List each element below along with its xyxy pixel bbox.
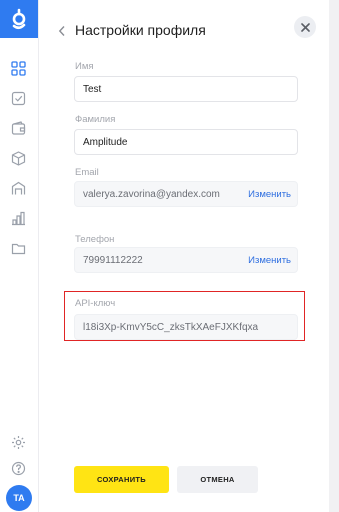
- email-label: Email: [75, 167, 99, 178]
- avatar[interactable]: TA: [6, 485, 32, 511]
- wallet-icon[interactable]: [11, 121, 26, 136]
- phone-label: Телефон: [75, 234, 115, 245]
- api-key-label: API-ключ: [75, 298, 116, 309]
- email-field: valerya.zavorina@yandex.com Изменить: [74, 181, 298, 207]
- first-name-field[interactable]: Test: [74, 76, 298, 102]
- phone-field: 79991112222 Изменить: [74, 247, 298, 273]
- checkbox-icon[interactable]: [11, 91, 26, 106]
- folder-icon[interactable]: [11, 241, 26, 256]
- api-key-field[interactable]: l18i3Xp-KmvY5cC_zksTkXAeFJXKfqxa: [74, 314, 298, 340]
- last-name-value: Amplitude: [83, 136, 128, 148]
- cancel-button[interactable]: ОТМЕНА: [177, 466, 258, 493]
- api-key-value: l18i3Xp-KmvY5cC_zksTkXAeFJXKfqxa: [83, 321, 259, 333]
- first-name-value: Test: [83, 83, 102, 95]
- page-title: Настройки профиля: [75, 22, 206, 38]
- change-phone-link[interactable]: Изменить: [248, 248, 291, 272]
- email-value: valerya.zavorina@yandex.com: [83, 188, 220, 200]
- chart-icon[interactable]: [11, 211, 26, 226]
- warehouse-icon[interactable]: [11, 181, 26, 196]
- grid-icon[interactable]: [11, 61, 26, 76]
- sidebar: TA: [0, 0, 39, 512]
- phone-value: 79991112222: [83, 254, 143, 266]
- box-icon[interactable]: [11, 151, 26, 166]
- gear-icon[interactable]: [11, 435, 26, 450]
- last-name-label: Фамилия: [75, 114, 116, 125]
- save-button[interactable]: СОХРАНИТЬ: [74, 466, 169, 493]
- scrollbar[interactable]: [329, 0, 339, 512]
- chevron-left-icon[interactable]: [56, 24, 68, 38]
- last-name-field[interactable]: Amplitude: [74, 129, 298, 155]
- first-name-label: Имя: [75, 61, 94, 72]
- help-icon[interactable]: [11, 461, 26, 476]
- app-logo-icon[interactable]: [0, 0, 38, 38]
- change-email-link[interactable]: Изменить: [248, 182, 291, 206]
- close-icon[interactable]: [294, 16, 316, 38]
